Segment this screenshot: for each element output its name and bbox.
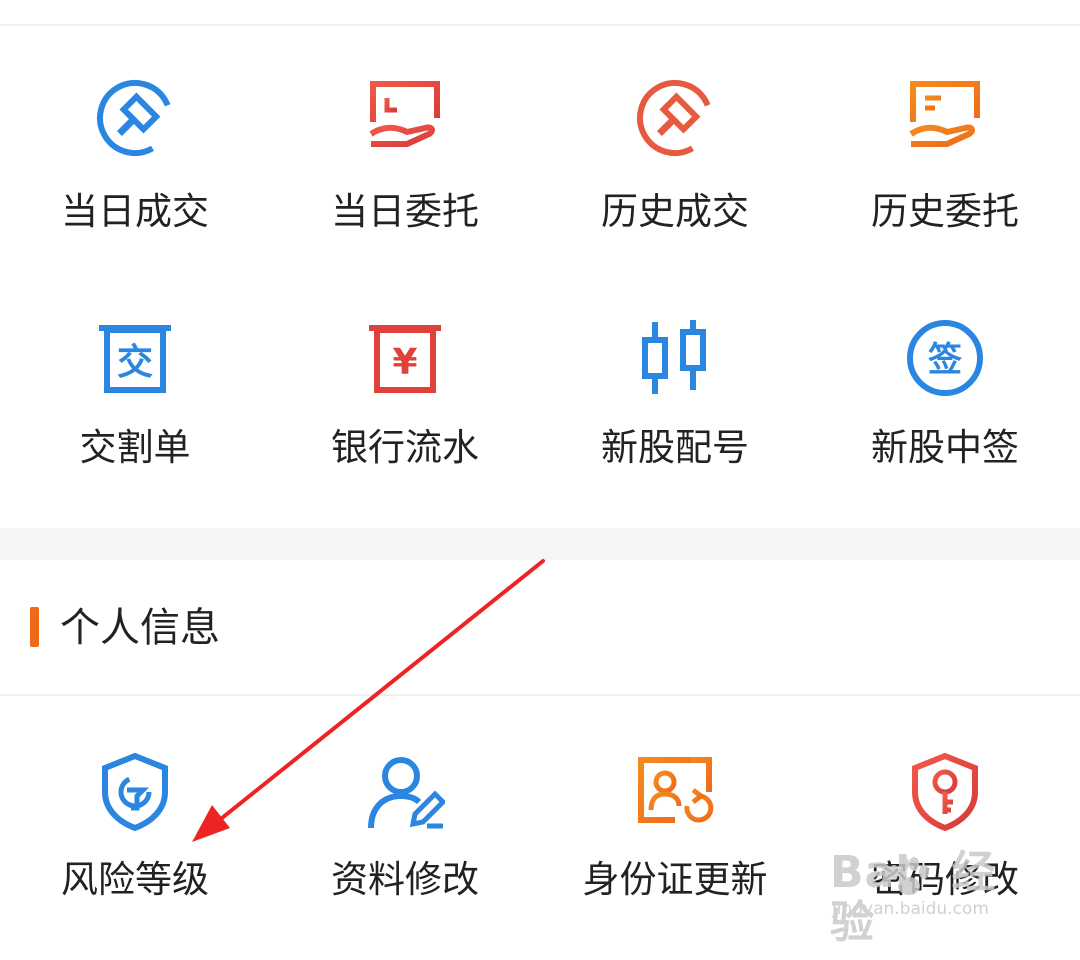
section-accent-bar: [30, 607, 39, 647]
bank-statement-button[interactable]: ¥ 银行流水: [270, 288, 540, 528]
id-card-refresh-icon: [635, 752, 715, 832]
history-deals-button[interactable]: 历史成交: [540, 48, 810, 288]
ipo-winning-button[interactable]: 签 新股中签: [810, 288, 1080, 528]
gavel-icon: [635, 78, 715, 158]
delivery-slip-button[interactable]: 交 交割单: [0, 288, 270, 528]
svg-text:签: 签: [928, 340, 962, 380]
section-divider: [0, 694, 1080, 696]
risk-level-button[interactable]: 风险等级: [0, 720, 270, 960]
paw-icon: [889, 857, 929, 895]
gavel-icon: [95, 78, 175, 158]
watermark: Bai 经验 jingyan.baidu.com: [830, 848, 1030, 948]
svg-text:交: 交: [117, 341, 153, 383]
hand-document-icon: [365, 78, 445, 158]
svg-text:¥: ¥: [392, 342, 417, 383]
watermark-url: jingyan.baidu.com: [832, 899, 989, 919]
history-orders-button[interactable]: 历史委托: [810, 48, 1080, 288]
today-deals-label: 当日成交: [61, 190, 209, 233]
grid-row-2: 交 交割单 ¥ 银行流水 新股配号 签 新股中签: [0, 288, 1080, 528]
ipo-allotment-label: 新股配号: [601, 426, 749, 469]
lottery-badge-icon: 签: [905, 318, 985, 398]
section-gap: [0, 528, 1080, 560]
bank-statement-label: 银行流水: [331, 426, 479, 469]
shield-risk-icon: [95, 752, 175, 832]
shield-key-icon: [905, 752, 985, 832]
personal-info-header: 个人信息: [0, 560, 1080, 696]
today-orders-label: 当日委托: [331, 190, 479, 233]
profile-edit-button[interactable]: 资料修改: [270, 720, 540, 960]
hand-document-icon: [905, 78, 985, 158]
risk-level-label: 风险等级: [61, 858, 209, 901]
delivery-slip-label: 交割单: [79, 426, 191, 469]
grid-row-1: 当日成交 当日委托 历史成交 历史委托: [0, 48, 1080, 288]
yuan-scroll-icon: ¥: [365, 318, 445, 398]
profile-edit-label: 资料修改: [331, 858, 479, 901]
candlestick-icon: [635, 318, 715, 398]
today-deals-button[interactable]: 当日成交: [0, 48, 270, 288]
user-edit-icon: [365, 752, 445, 832]
top-divider: [0, 24, 1080, 26]
history-deals-label: 历史成交: [601, 190, 749, 233]
id-card-update-button[interactable]: 身份证更新: [540, 720, 810, 960]
ipo-winning-label: 新股中签: [871, 426, 1019, 469]
ipo-allotment-button[interactable]: 新股配号: [540, 288, 810, 528]
section-title: 个人信息: [60, 605, 220, 651]
today-orders-button[interactable]: 当日委托: [270, 48, 540, 288]
history-orders-label: 历史委托: [871, 190, 1019, 233]
id-card-update-label: 身份证更新: [582, 858, 768, 901]
delivery-slip-icon: 交: [95, 318, 175, 398]
